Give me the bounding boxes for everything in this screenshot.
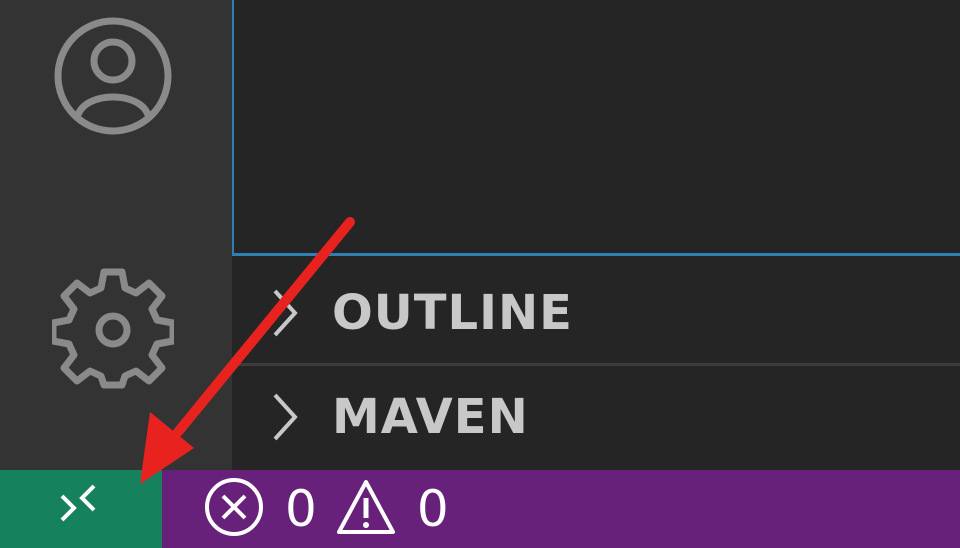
warning-count: 0	[416, 480, 449, 538]
remote-indicator-button[interactable]	[0, 470, 162, 548]
chevron-right-icon	[260, 283, 310, 343]
activity-bar	[0, 0, 232, 470]
status-bar: 0 0	[0, 470, 960, 548]
chevron-right-icon	[260, 387, 310, 447]
explorer-pane[interactable]	[232, 0, 960, 256]
maven-section-title: MAVEN	[332, 389, 529, 445]
outline-section-title: OUTLINE	[332, 284, 573, 341]
maven-section-header[interactable]: MAVEN	[232, 365, 960, 469]
warning-icon	[335, 478, 397, 540]
error-icon	[203, 476, 265, 542]
remote-indicator-icon	[56, 482, 106, 536]
gear-icon[interactable]	[52, 268, 174, 390]
problems-status-item[interactable]: 0 0	[203, 470, 467, 548]
account-icon[interactable]	[52, 15, 174, 137]
vscode-window: OUTLINE MAVEN 0 0	[0, 0, 960, 548]
outline-section-header[interactable]: OUTLINE	[232, 262, 960, 366]
side-bar: OUTLINE MAVEN	[232, 0, 960, 470]
error-count: 0	[285, 480, 317, 538]
